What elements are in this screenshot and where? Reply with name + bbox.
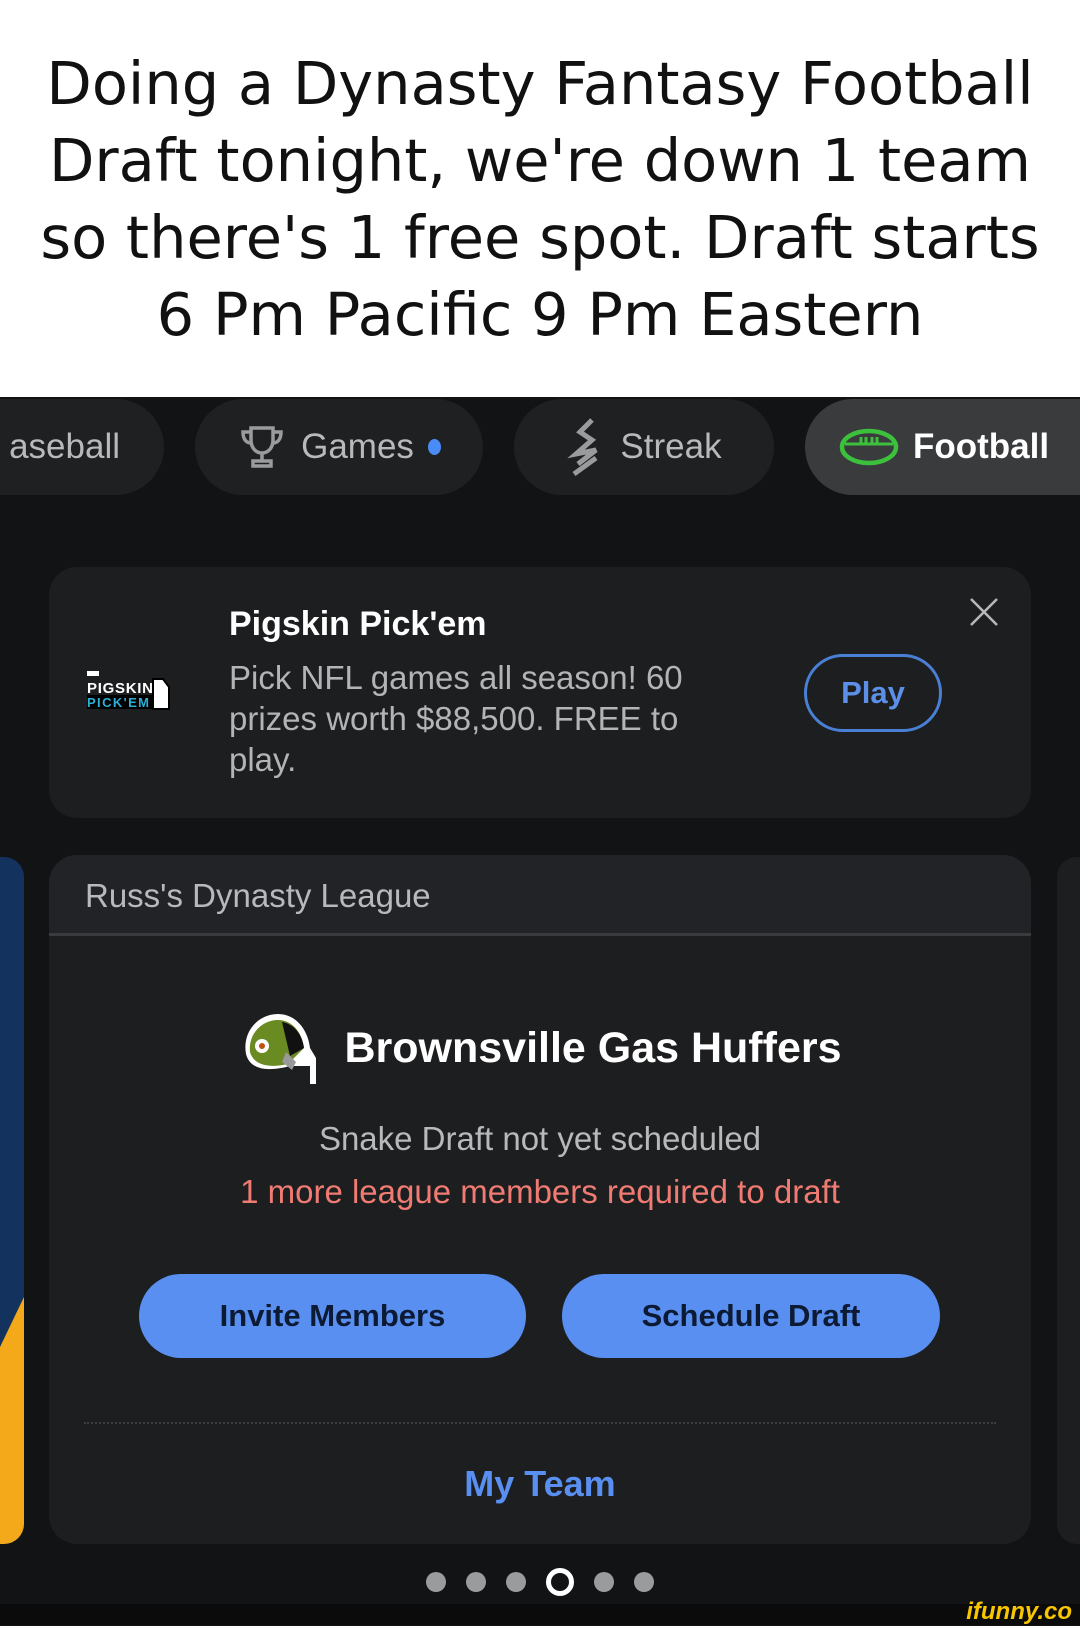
carousel-dot-active[interactable] (546, 1568, 574, 1596)
close-icon[interactable] (967, 595, 1001, 629)
carousel-dot[interactable] (506, 1572, 526, 1592)
watermark: ifunny.co (966, 1598, 1072, 1625)
members-warning: 1 more league members required to draft (240, 1173, 840, 1210)
schedule-draft-button[interactable]: Schedule Draft (562, 1274, 940, 1358)
svg-text:PICK'EM: PICK'EM (87, 695, 149, 710)
divider (84, 1422, 996, 1424)
tab-label: Games (301, 427, 414, 466)
promo-description: Pick NFL games all season! 60 prizes wor… (229, 659, 683, 778)
carousel-dot[interactable] (426, 1572, 446, 1592)
notification-dot (427, 439, 441, 455)
promo-title: Pigskin Pick'em (229, 605, 487, 643)
carousel-dot[interactable] (466, 1572, 486, 1592)
tab-baseball[interactable]: aseball (0, 399, 164, 495)
my-team-link[interactable]: My Team (49, 1463, 1031, 1505)
carousel-dot[interactable] (634, 1572, 654, 1592)
team-name[interactable]: Brownsville Gas Huffers (344, 1024, 841, 1073)
tab-football[interactable]: Football (805, 399, 1080, 495)
tab-games[interactable]: Games (195, 399, 483, 495)
meme-caption: Doing a Dynasty Fantasy Football Draft t… (0, 0, 1080, 397)
tab-streak[interactable]: Streak (514, 399, 774, 495)
previous-league-card[interactable] (0, 857, 24, 1544)
promo-card: PIGSKIN PICK'EM Pigskin Pick'em Pick NFL… (49, 567, 1031, 818)
team-row[interactable]: Brownsville Gas Huffers (49, 1010, 1031, 1086)
pigskin-pickem-logo: PIGSKIN PICK'EM (87, 671, 170, 710)
tab-label: Streak (620, 427, 722, 466)
carousel-indicator (0, 1568, 1080, 1596)
play-button[interactable]: Play (804, 654, 942, 732)
watermark-bar (0, 1604, 1080, 1625)
trophy-icon (241, 426, 283, 468)
invite-members-button[interactable]: Invite Members (139, 1274, 526, 1358)
league-name[interactable]: Russ's Dynasty League (49, 855, 1031, 936)
team-helmet-logo (245, 1014, 317, 1084)
next-league-card[interactable] (1057, 857, 1080, 1544)
draft-status: Snake Draft not yet scheduled (318, 1120, 762, 1157)
sport-tabs: aseball Games Streak Football (0, 399, 1080, 495)
tab-label: Football (913, 427, 1050, 466)
streak-icon (567, 418, 598, 476)
football-icon (839, 428, 899, 466)
tab-label: aseball (9, 427, 120, 466)
league-card: Russ's Dynasty League Brownsville Gas Hu… (49, 855, 1031, 1544)
carousel-dot[interactable] (594, 1572, 614, 1592)
